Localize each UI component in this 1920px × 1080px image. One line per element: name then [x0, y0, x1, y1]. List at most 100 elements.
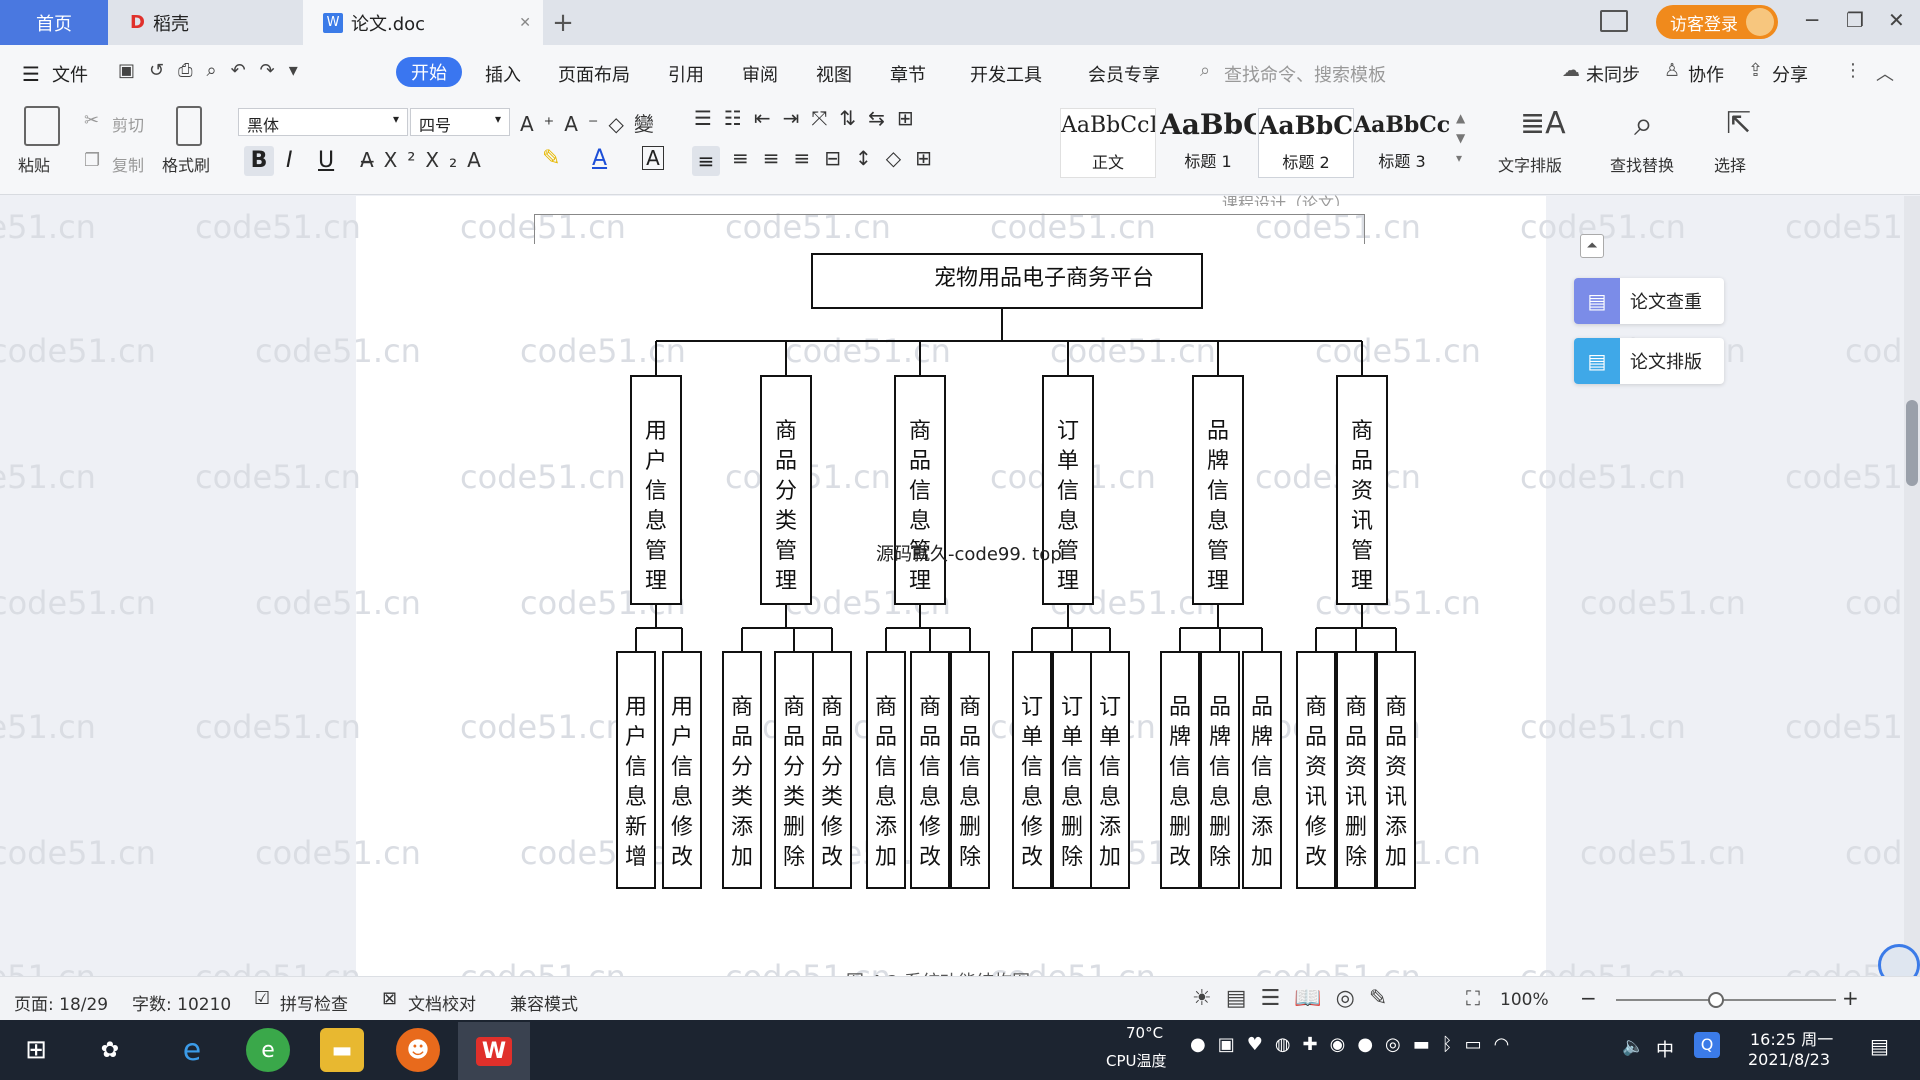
function-label: 删	[1169, 815, 1191, 840]
qq-icon[interactable]: Q	[1694, 1032, 1720, 1058]
clock-time[interactable]: 16:25 周一	[1750, 1026, 1833, 1050]
function-label: 息	[959, 785, 981, 810]
wps-writer-taskbar-icon[interactable]: W	[458, 1022, 530, 1080]
function-label: 除	[1061, 845, 1083, 870]
function-label: 品	[783, 725, 805, 750]
function-label: 类	[783, 785, 805, 810]
module-label: 信	[1057, 479, 1079, 504]
function-label: 除	[959, 845, 981, 870]
function-label: 修	[919, 815, 941, 840]
function-label: 类	[821, 785, 843, 810]
function-label: 订	[1021, 695, 1043, 720]
panel-collapse-icon[interactable]: ⏶	[1580, 234, 1604, 258]
function-label: 类	[731, 785, 753, 810]
function-label: 删	[959, 815, 981, 840]
module-label: 息	[1207, 509, 1229, 534]
function-label: 户	[625, 725, 647, 750]
paper-layout-label: 论文排版	[1630, 352, 1702, 373]
function-label: 修	[1305, 815, 1327, 840]
function-label: 改	[919, 845, 941, 870]
function-label: 息	[625, 785, 647, 810]
module-label: 理	[909, 569, 931, 594]
function-label: 信	[1251, 755, 1273, 780]
function-label: 品	[821, 725, 843, 750]
module-label: 用	[645, 419, 667, 444]
notification-icon[interactable]: ▤	[1870, 1034, 1889, 1058]
function-label: 品	[1169, 695, 1191, 720]
file-explorer-icon[interactable]: ▬	[320, 1028, 364, 1072]
function-label: 息	[1099, 785, 1121, 810]
function-label: 商	[1345, 695, 1367, 720]
function-label: 加	[1251, 845, 1273, 870]
ie-browser-icon[interactable]: e	[170, 1028, 214, 1072]
function-label: 订	[1061, 695, 1083, 720]
app-pinwheel-icon[interactable]: ✿	[88, 1028, 132, 1072]
scrollbar-thumb[interactable]	[1906, 400, 1918, 486]
function-label: 品	[959, 725, 981, 750]
function-label: 品	[1345, 725, 1367, 750]
zoom-out-icon[interactable]: −	[1580, 986, 1597, 1010]
root-label: 宠物用品电子商务平台	[934, 266, 1154, 291]
figure-caption: 图 4.2 系统功能结构图	[846, 968, 1030, 976]
module-label: 信	[645, 479, 667, 504]
function-label: 单	[1021, 725, 1043, 750]
word-count[interactable]: 字数: 10210	[132, 990, 231, 1015]
zoom-in-icon[interactable]: +	[1842, 986, 1859, 1010]
function-label: 信	[1021, 755, 1043, 780]
ime-indicator[interactable]: 中	[1656, 1036, 1674, 1062]
paper-check-button[interactable]: ▤ 论文查重	[1574, 278, 1724, 324]
fit-page-icon[interactable]: ⛶	[1466, 986, 1480, 1010]
module-label: 管	[1207, 539, 1229, 564]
function-label: 户	[671, 725, 693, 750]
module-label: 牌	[1207, 449, 1229, 474]
function-label: 加	[731, 845, 753, 870]
function-label: 信	[1169, 755, 1191, 780]
function-label: 商	[919, 695, 941, 720]
function-label: 息	[1209, 785, 1231, 810]
view-mode-icons[interactable]: ☀▤☰📖◎✎	[1192, 986, 1401, 1011]
function-label: 用	[625, 695, 647, 720]
function-label: 品	[1385, 725, 1407, 750]
function-label: 添	[1099, 815, 1121, 840]
system-tray-icons[interactable]: ●▣♥◍✚◉●◎▬ᛒ▭◠	[1190, 1034, 1521, 1055]
function-label: 信	[671, 755, 693, 780]
module-label: 讯	[1351, 509, 1373, 534]
paper-layout-button[interactable]: ▤ 论文排版	[1574, 338, 1724, 384]
module-label: 息	[645, 509, 667, 534]
function-label: 除	[1209, 845, 1231, 870]
function-label: 修	[821, 815, 843, 840]
module-label: 品	[909, 449, 931, 474]
media-app-icon[interactable]: ☻	[396, 1028, 440, 1072]
proofread-button[interactable]: 文档校对	[408, 990, 476, 1015]
function-label: 商	[783, 695, 805, 720]
spell-check-button[interactable]: 拼写检查	[280, 990, 348, 1015]
module-label: 理	[645, 569, 667, 594]
clock-date[interactable]: 2021/8/23	[1748, 1050, 1830, 1069]
compat-mode-label: 兼容模式	[510, 995, 578, 1015]
spell-check-icon: ☑	[254, 988, 271, 1009]
zoom-slider-handle[interactable]	[1708, 992, 1724, 1008]
volume-icon[interactable]: 🔈	[1622, 1036, 1654, 1057]
zoom-slider-track[interactable]	[1616, 999, 1836, 1001]
function-label: 商	[959, 695, 981, 720]
function-label: 息	[1061, 785, 1083, 810]
module-label: 理	[1057, 569, 1079, 594]
function-label: 改	[671, 845, 693, 870]
page-count[interactable]: 页面: 18/29	[14, 990, 108, 1015]
function-label: 资	[1385, 755, 1407, 780]
function-label: 品	[1305, 725, 1327, 750]
green-browser-icon[interactable]: e	[246, 1028, 290, 1072]
module-label: 商	[909, 419, 931, 444]
function-label: 分	[821, 755, 843, 780]
module-label: 户	[645, 449, 667, 474]
module-label: 品	[1351, 449, 1373, 474]
windows-start-icon[interactable]: ⊞	[14, 1028, 58, 1072]
function-label: 讯	[1345, 785, 1367, 810]
module-label: 商	[1351, 419, 1373, 444]
vertical-scrollbar[interactable]	[1904, 196, 1920, 976]
function-label: 息	[875, 785, 897, 810]
function-label: 订	[1099, 695, 1121, 720]
function-label: 添	[875, 815, 897, 840]
zoom-level[interactable]: 100%	[1500, 990, 1549, 1010]
function-label: 单	[1061, 725, 1083, 750]
